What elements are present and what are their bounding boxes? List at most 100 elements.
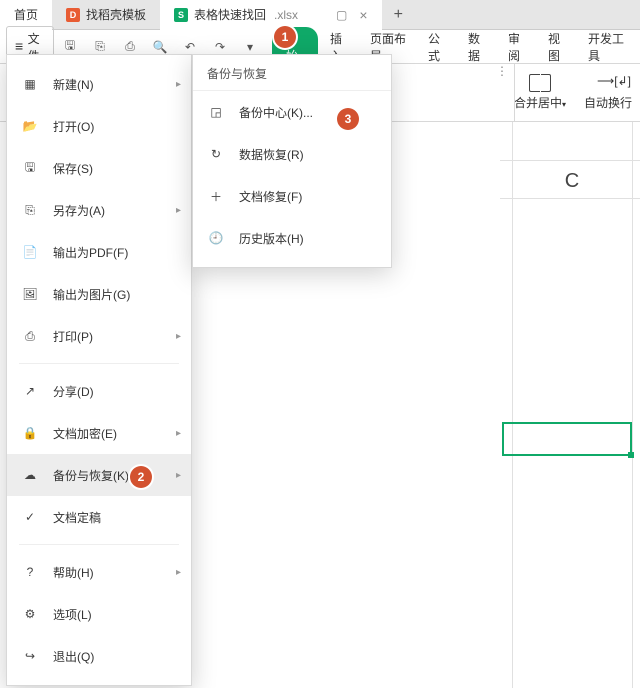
clock-box-icon: ◲ [207, 103, 225, 121]
print-icon: ⎙ [122, 39, 138, 55]
menu-print-label: 打印(P) [53, 328, 93, 345]
callout-badge-1: 1 [274, 26, 296, 48]
column-header-c[interactable]: C [512, 170, 632, 193]
spreadsheet-icon: S [174, 8, 188, 22]
image-icon: 🖼 [21, 285, 39, 303]
menu-exit[interactable]: ↪ 退出(Q) [7, 635, 191, 677]
cell-selection[interactable] [502, 422, 632, 456]
submenu-label: 历史版本(H) [239, 230, 304, 247]
ribbon-separator: ⋮ [496, 64, 515, 122]
merge-cells-button[interactable]: 合并居中▾ [514, 74, 566, 111]
chevron-right-icon: ▸ [176, 331, 181, 342]
menu-share-label: 分享(D) [53, 383, 94, 400]
menu-image[interactable]: 🖼 输出为图片(G) [7, 273, 191, 315]
menu-open[interactable]: 📂 打开(O) [7, 105, 191, 147]
chevron-right-icon: ▸ [176, 470, 181, 481]
menu-pdf-label: 输出为PDF(F) [53, 244, 128, 261]
menu-image-label: 输出为图片(G) [53, 286, 130, 303]
ribbon-tab-data[interactable]: 数据 [458, 26, 496, 68]
submenu-label: 备份中心(K)... [239, 104, 313, 121]
hamburger-icon [15, 45, 24, 49]
print-icon: ⎙ [21, 327, 39, 345]
menu-new-label: 新建(N) [53, 76, 94, 93]
tab-home-label: 首页 [14, 6, 38, 23]
history-icon: 🕘 [207, 229, 225, 247]
saveas-icon: ⎘ [92, 39, 108, 55]
preview-icon: 🔍 [152, 39, 168, 55]
menu-save-label: 保存(S) [53, 160, 93, 177]
menu-backup-label: 备份与恢复(K) [53, 467, 129, 484]
check-icon: ✓ [21, 508, 39, 526]
repair-icon: ＋ [207, 187, 225, 205]
menu-share[interactable]: ↗ 分享(D) [7, 370, 191, 412]
menu-help[interactable]: ? 帮助(H) ▸ [7, 551, 191, 593]
backup-submenu: 备份与恢复 ◲ 备份中心(K)... ↻ 数据恢复(R) ＋ 文档修复(F) 🕘 历史版… [192, 54, 392, 268]
ribbon-tab-review[interactable]: 审阅 [498, 26, 536, 68]
menu-save[interactable]: 🖫 保存(S) [7, 147, 191, 189]
menu-encrypt[interactable]: 🔒 文档加密(E) ▸ [7, 412, 191, 454]
recover-icon: ↻ [207, 145, 225, 163]
submenu-label: 数据恢复(R) [239, 146, 304, 163]
chevron-right-icon: ▸ [176, 79, 181, 90]
callout-badge-3: 3 [337, 108, 359, 130]
menu-options-label: 选项(L) [53, 606, 92, 623]
submenu-doc-repair[interactable]: ＋ 文档修复(F) [193, 175, 391, 217]
wrap-label: 自动换行 [584, 94, 632, 111]
file-menu: ▦ 新建(N) ▸ 📂 打开(O) 🖫 保存(S) ⎘ 另存为(A) ▸ 📄 输出为PDF(F… [6, 54, 192, 686]
submenu-history[interactable]: 🕘 历史版本(H) [193, 217, 391, 259]
template-icon: D [66, 8, 80, 22]
menu-options[interactable]: ⚙ 选项(L) [7, 593, 191, 635]
wrap-icon: [↲] [597, 74, 619, 92]
menu-backup[interactable]: ☁ 备份与恢复(K) ▸ [7, 454, 191, 496]
save-icon: 🖫 [21, 159, 39, 177]
menu-saveas-label: 另存为(A) [53, 202, 105, 219]
saveas-icon: ⎘ [21, 201, 39, 219]
redo-icon: ↷ [212, 39, 228, 55]
gear-icon: ⚙ [21, 605, 39, 623]
share-icon: ↗ [21, 382, 39, 400]
tab-templates[interactable]: D 找稻壳模板 [52, 0, 160, 30]
menu-finalize-label: 文档定稿 [53, 509, 101, 526]
menu-open-label: 打开(O) [53, 118, 94, 135]
menu-new[interactable]: ▦ 新建(N) ▸ [7, 63, 191, 105]
wrap-text-button[interactable]: [↲] 自动换行 [584, 74, 632, 111]
menu-print[interactable]: ⎙ 打印(P) ▸ [7, 315, 191, 357]
menu-encrypt-label: 文档加密(E) [53, 425, 117, 442]
merge-icon [529, 74, 551, 92]
ribbon-tab-view[interactable]: 视图 [538, 26, 576, 68]
menu-help-label: 帮助(H) [53, 564, 94, 581]
lock-icon: 🔒 [21, 424, 39, 442]
help-icon: ? [21, 563, 39, 581]
submenu-backup-center[interactable]: ◲ 备份中心(K)... [193, 91, 391, 133]
chevron-down-icon: ▾ [242, 39, 258, 55]
menu-separator [19, 363, 179, 364]
new-tab-button[interactable]: + [382, 6, 415, 24]
submenu-title: 备份与恢复 [193, 55, 391, 91]
tab-restore-icon[interactable]: ▢ [336, 8, 347, 22]
doc-ext: .xlsx [274, 8, 298, 22]
tab-close-icon[interactable]: × [359, 7, 367, 23]
callout-badge-2: 2 [130, 466, 152, 488]
undo-icon: ↶ [182, 39, 198, 55]
doc-name: 表格快速找回 [194, 6, 266, 23]
ribbon-tab-formula[interactable]: 公式 [418, 26, 456, 68]
ribbon-tab-dev[interactable]: 开发工具 [578, 26, 634, 68]
menu-finalize[interactable]: ✓ 文档定稿 [7, 496, 191, 538]
backup-icon: ☁ [21, 466, 39, 484]
chevron-right-icon: ▸ [176, 428, 181, 439]
merge-label: 合并居中▾ [514, 94, 566, 111]
menu-separator [19, 544, 179, 545]
chevron-right-icon: ▸ [176, 567, 181, 578]
spreadsheet-area[interactable]: C [392, 122, 640, 688]
tab-templates-label: 找稻壳模板 [86, 6, 146, 23]
pdf-icon: 📄 [21, 243, 39, 261]
exit-icon: ↪ [21, 647, 39, 665]
submenu-data-recover[interactable]: ↻ 数据恢复(R) [193, 133, 391, 175]
menu-exit-label: 退出(Q) [53, 648, 94, 665]
menu-saveas[interactable]: ⎘另存为(A)▸ [7, 189, 191, 231]
menu-pdf[interactable]: 📄 输出为PDF(F) [7, 231, 191, 273]
save-icon: 🖫 [62, 39, 78, 55]
open-icon: 📂 [21, 117, 39, 135]
submenu-label: 文档修复(F) [239, 188, 302, 205]
new-icon: ▦ [21, 75, 39, 93]
